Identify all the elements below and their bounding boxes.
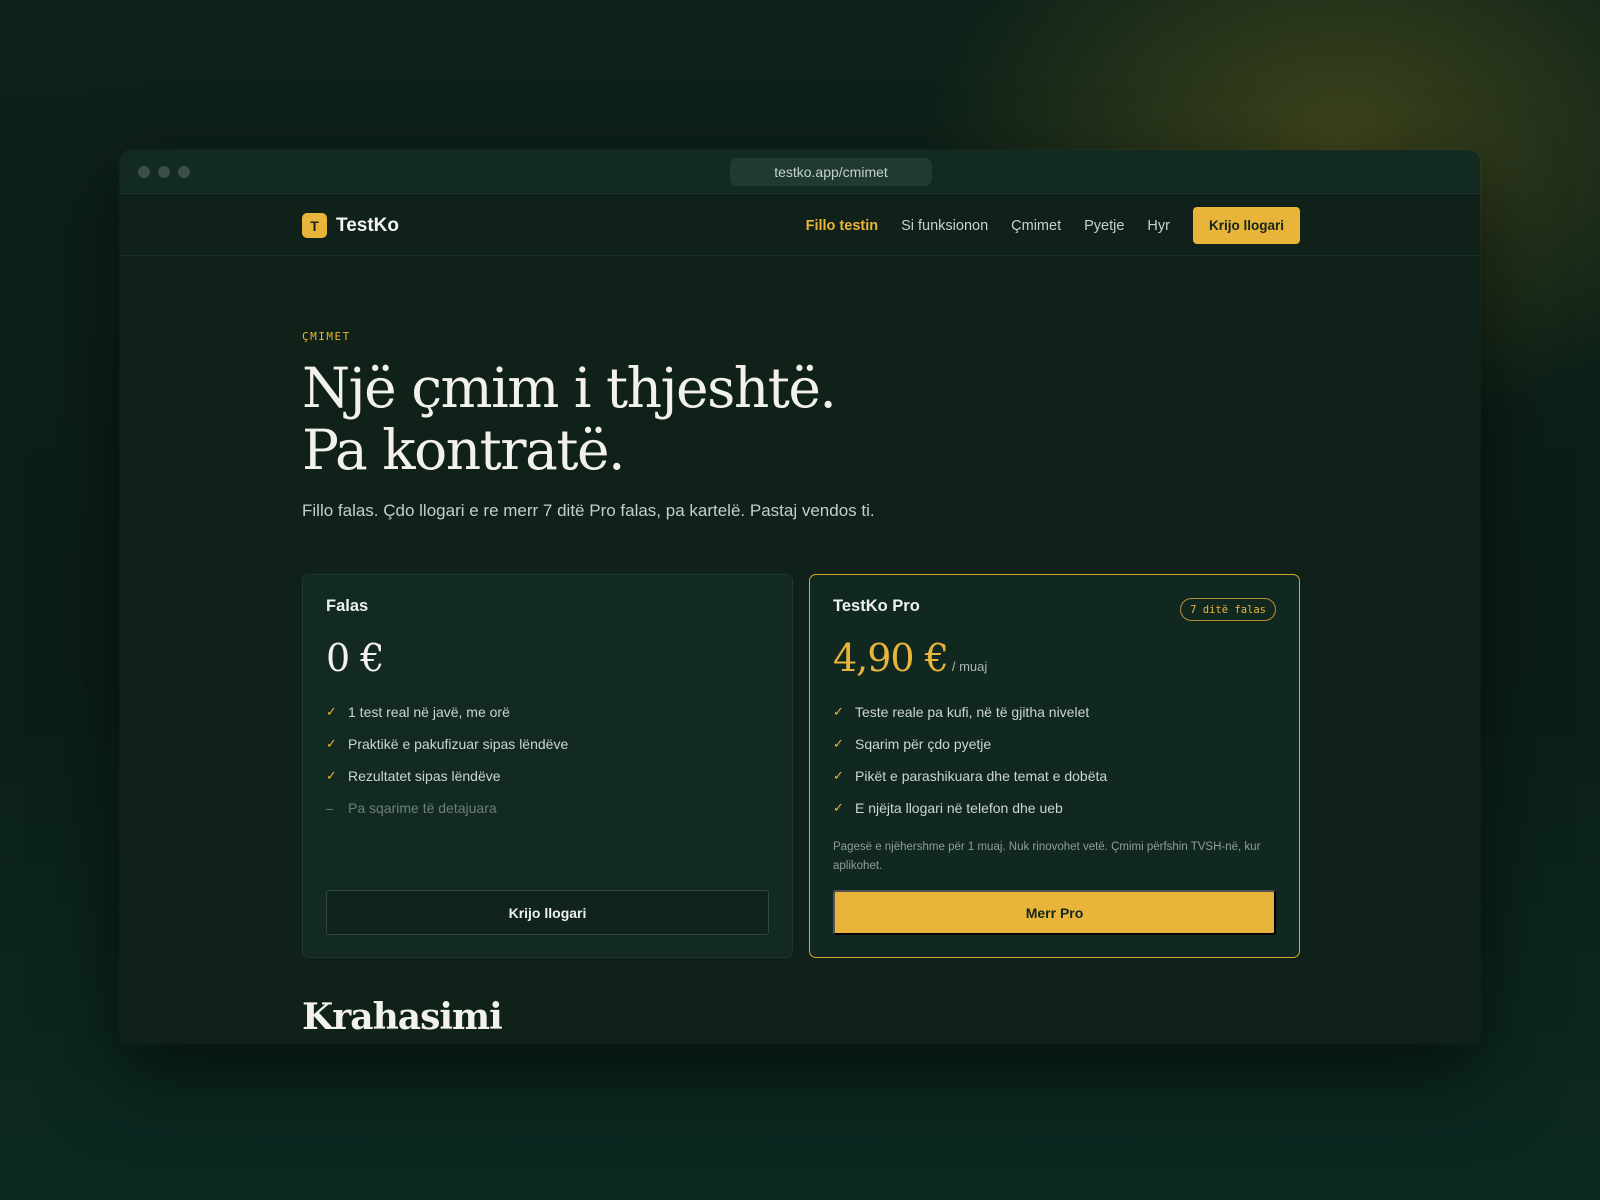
headline-line-1: Një çmim i thjeshtë. xyxy=(302,356,837,420)
create-account-button[interactable]: Krijo llogari xyxy=(326,890,769,935)
top-nav: T TestKo Fillo testin Si funksionon Çmim… xyxy=(120,194,1480,256)
nav-link-how-it-works[interactable]: Si funksionon xyxy=(901,218,988,234)
feature-label: Teste reale pa kufi, në të gjitha nivele… xyxy=(855,704,1090,720)
feature-item: ✓ 1 test real në javë, me orë xyxy=(326,696,769,728)
feature-item: ✓ Praktikë e pakufizuar sipas lëndëve xyxy=(326,728,769,760)
feature-label: Pa sqarime të detajuara xyxy=(348,800,497,816)
feature-item: ✓ Pikët e parashikuara dhe temat e dobët… xyxy=(833,760,1276,792)
logo-icon: T xyxy=(302,213,327,238)
page-subtitle: Fillo falas. Çdo llogari e re merr 7 dit… xyxy=(302,501,875,520)
feature-item: ✓ Sqarim për çdo pyetje xyxy=(833,728,1276,760)
feature-label: Sqarim për çdo pyetje xyxy=(855,736,992,752)
brand-logo[interactable]: T TestKo xyxy=(302,213,399,238)
pricing-cards: Falas 0 € ✓ 1 test real në javë, me orë … xyxy=(302,574,1300,958)
payment-note: Pagesë e njëhershme për 1 muaj. Nuk rino… xyxy=(833,841,1261,872)
section-eyebrow: ÇMIMET xyxy=(302,330,351,343)
feature-item-excluded: – Pa sqarime të detajuara xyxy=(326,792,769,824)
plan-price: 4,90 € xyxy=(833,636,949,680)
plan-card-free: Falas 0 € ✓ 1 test real në javë, me orë … xyxy=(302,574,793,958)
feature-label: Rezultatet sipas lëndëve xyxy=(348,768,501,784)
plan-card-pro: TestKo Pro 7 ditë falas 4,90 € / muaj ✓ … xyxy=(809,574,1300,958)
create-account-nav-button[interactable]: Krijo llogari xyxy=(1192,207,1300,244)
dash-icon: – xyxy=(326,800,334,816)
price-row: 0 € xyxy=(326,636,769,680)
nav-link-faq[interactable]: Pyetje xyxy=(1084,218,1124,234)
brand-name: TestKo xyxy=(336,214,399,236)
comparison-title: Krahasimi xyxy=(302,996,503,1038)
check-icon: ✓ xyxy=(326,704,337,719)
minimize-window-dot[interactable] xyxy=(158,166,170,178)
check-icon: ✓ xyxy=(326,736,337,751)
window-controls xyxy=(138,166,190,178)
plan-price: 0 € xyxy=(326,636,384,680)
check-icon: ✓ xyxy=(833,800,844,815)
browser-window: testko.app/cmimet T TestKo Fillo testin … xyxy=(120,150,1480,1044)
nav-link-pricing[interactable]: Çmimet xyxy=(1011,218,1061,234)
check-icon: ✓ xyxy=(833,736,844,751)
feature-item: ✓ Teste reale pa kufi, në të gjitha nive… xyxy=(833,696,1276,728)
address-bar[interactable]: testko.app/cmimet xyxy=(730,158,932,186)
nav-links: Fillo testin Si funksionon Çmimet Pyetje… xyxy=(806,207,1300,244)
page-title: Një çmim i thjeshtë. Pa kontratë. xyxy=(302,357,1300,481)
close-window-dot[interactable] xyxy=(138,166,150,178)
headline-line-2: Pa kontratë. xyxy=(302,418,626,482)
feature-label: E njëjta llogari në telefon dhe ueb xyxy=(855,800,1063,816)
trial-badge: 7 ditë falas xyxy=(1180,598,1276,621)
nav-link-start-test[interactable]: Fillo testin xyxy=(806,218,879,234)
feature-list: ✓ Teste reale pa kufi, në të gjitha nive… xyxy=(833,696,1276,824)
price-row: 4,90 € / muaj xyxy=(833,636,1276,680)
check-icon: ✓ xyxy=(326,768,337,783)
feature-label: 1 test real në javë, me orë xyxy=(348,704,510,720)
maximize-window-dot[interactable] xyxy=(178,166,190,178)
pricing-section: ÇMIMET Një çmim i thjeshtë. Pa kontratë.… xyxy=(302,330,1300,1038)
feature-list: ✓ 1 test real në javë, me orë ✓ Praktikë… xyxy=(326,696,769,824)
feature-label: Pikët e parashikuara dhe temat e dobëta xyxy=(855,768,1108,784)
plan-name: Falas xyxy=(326,597,369,615)
price-period: / muaj xyxy=(951,659,988,674)
browser-chrome: testko.app/cmimet xyxy=(120,150,1480,194)
feature-item: ✓ E njëjta llogari në telefon dhe ueb xyxy=(833,792,1276,824)
get-pro-button[interactable]: Merr Pro xyxy=(833,890,1276,935)
check-icon: ✓ xyxy=(833,704,844,719)
feature-label: Praktikë e pakufizuar sipas lëndëve xyxy=(348,736,569,752)
nav-link-login[interactable]: Hyr xyxy=(1147,218,1170,234)
feature-item: ✓ Rezultatet sipas lëndëve xyxy=(326,760,769,792)
check-icon: ✓ xyxy=(833,768,844,783)
